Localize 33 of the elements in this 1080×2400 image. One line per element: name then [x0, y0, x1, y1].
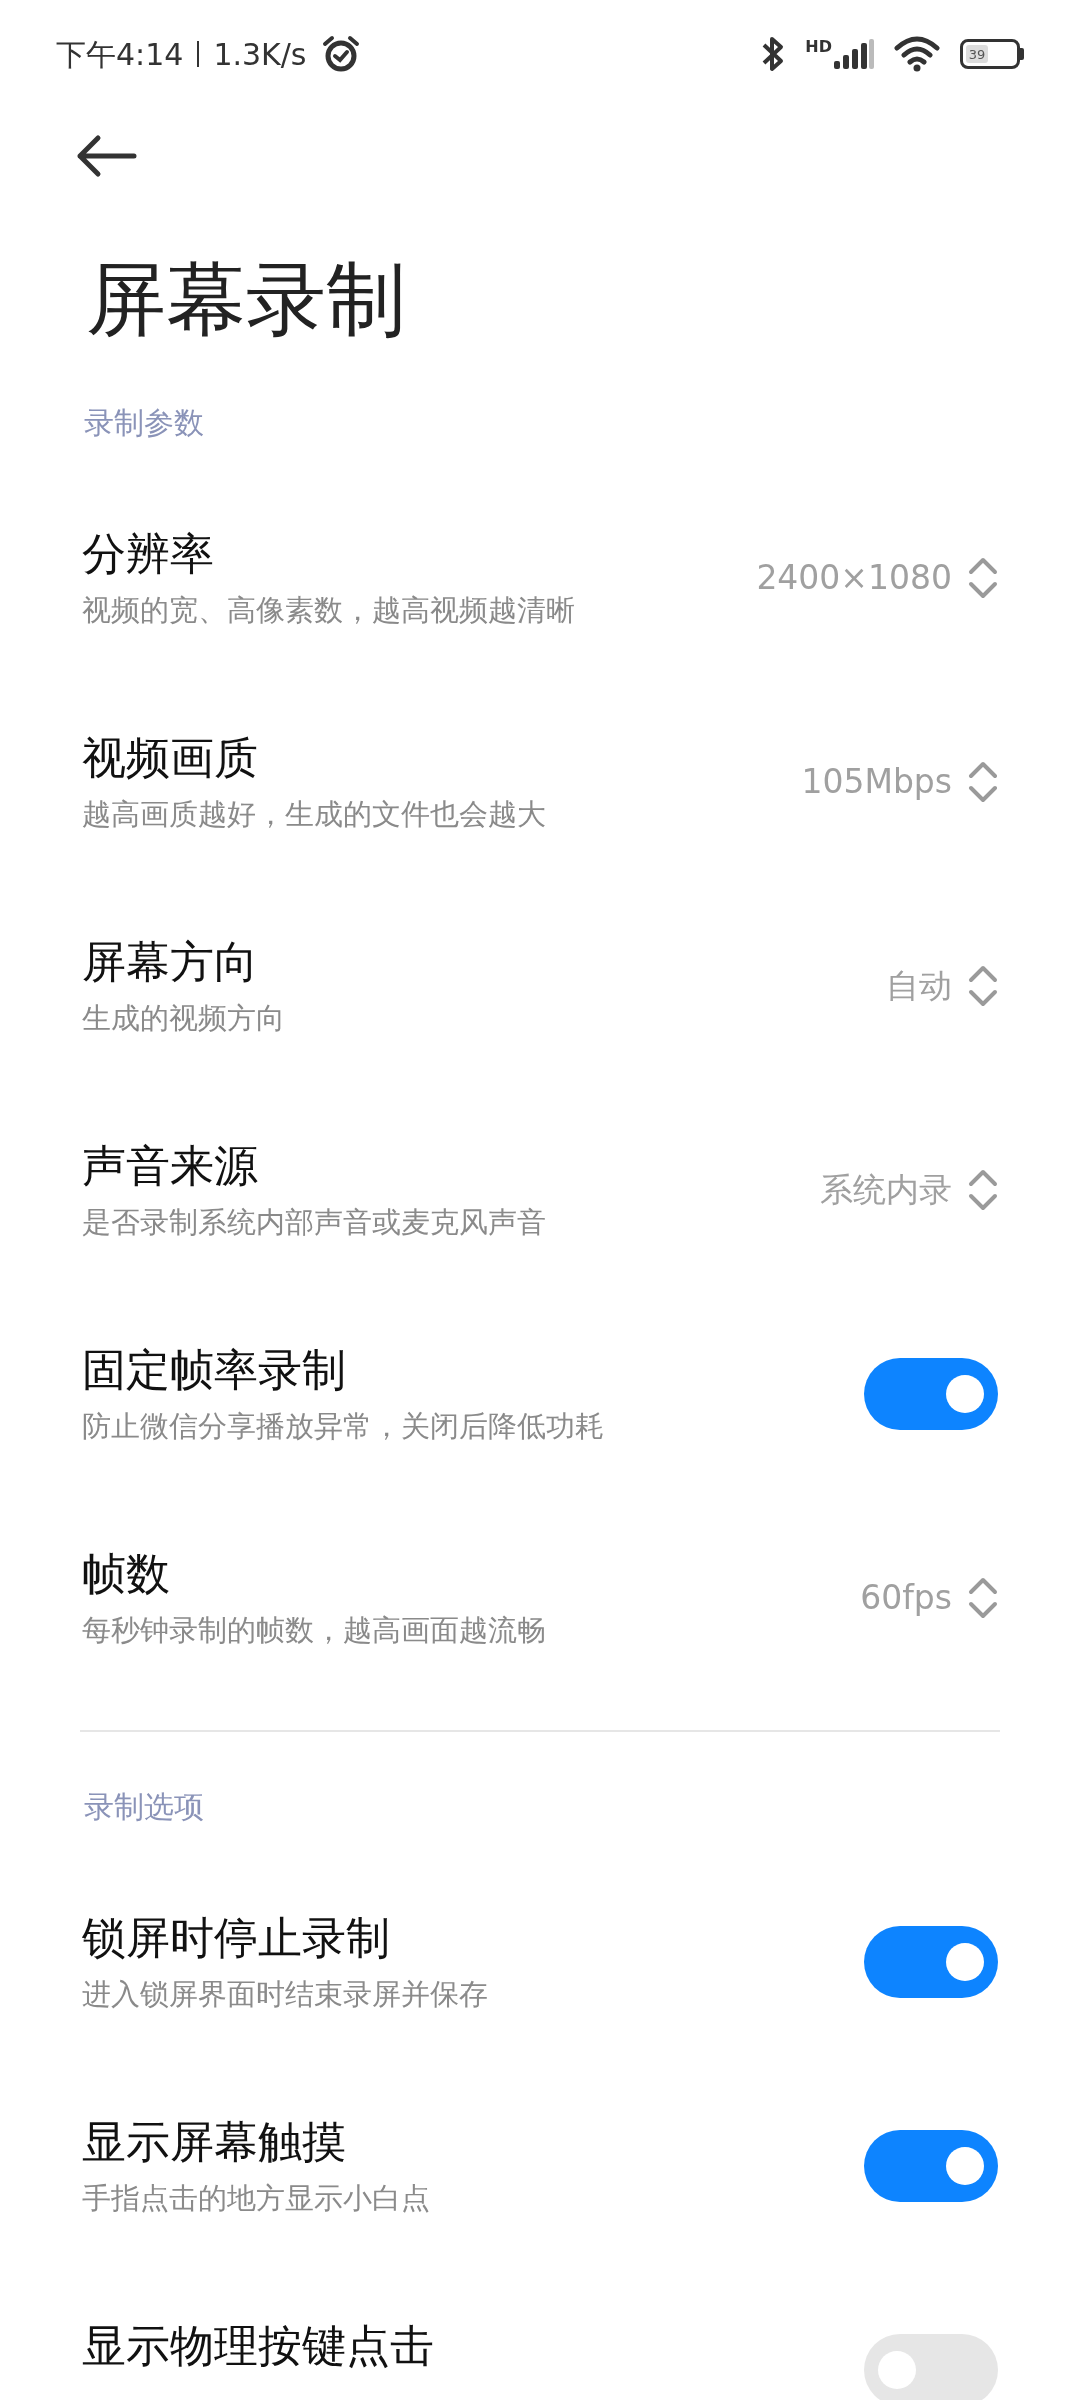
- setting-description: 手指点击的地方显示小白点: [82, 2180, 430, 2217]
- wifi-icon: [894, 36, 940, 72]
- setting-title: 视频画质: [82, 731, 259, 785]
- setting-value[interactable]: 自动: [886, 961, 952, 1011]
- setting-description: 视频的宽、高像素数，越高视频越清晰: [82, 592, 575, 629]
- setting-value[interactable]: 60fps: [860, 1573, 952, 1623]
- setting-value[interactable]: 2400×1080: [756, 553, 952, 603]
- setting-description: 是否录制系统内部声音或麦克风声音: [82, 1204, 546, 1241]
- setting-description: 防止微信分享播放异常，关闭后降低功耗: [82, 1408, 604, 1445]
- page-title: 屏幕录制: [86, 253, 406, 346]
- setting-description: 生成的视频方向: [82, 1000, 285, 1037]
- setting-title: 帧数: [82, 1547, 171, 1601]
- back-icon[interactable]: [76, 134, 138, 178]
- signal-icon: [834, 39, 874, 69]
- setting-value[interactable]: 105Mbps: [801, 757, 952, 807]
- bluetooth-icon: [761, 35, 786, 73]
- setting-description: 越高画质越好，生成的文件也会越大: [82, 796, 546, 833]
- network-speed: 1.3K/s: [213, 35, 307, 74]
- setting-title: 屏幕方向: [82, 935, 259, 989]
- setting-title: 声音来源: [82, 1139, 259, 1193]
- alarm-clock-icon: [320, 34, 361, 74]
- setting-title: 显示屏幕触摸: [82, 2115, 347, 2169]
- status-time: 下午4:14: [56, 35, 184, 74]
- section-header: 录制参数: [84, 403, 204, 442]
- section-header: 录制选项: [84, 1787, 204, 1826]
- setting-value[interactable]: 系统内录: [820, 1165, 952, 1215]
- network-label: HD: [805, 39, 832, 55]
- setting-title: 显示物理按键点击: [82, 2319, 434, 2373]
- setting-title: 分辨率: [82, 527, 215, 581]
- setting-title: 锁屏时停止录制: [82, 1911, 391, 1965]
- setting-title: 固定帧率录制: [82, 1343, 347, 1397]
- setting-description: 进入锁屏界面时结束录屏并保存: [82, 1976, 488, 2013]
- setting-description: 每秒钟录制的帧数，越高画面越流畅: [82, 1612, 546, 1649]
